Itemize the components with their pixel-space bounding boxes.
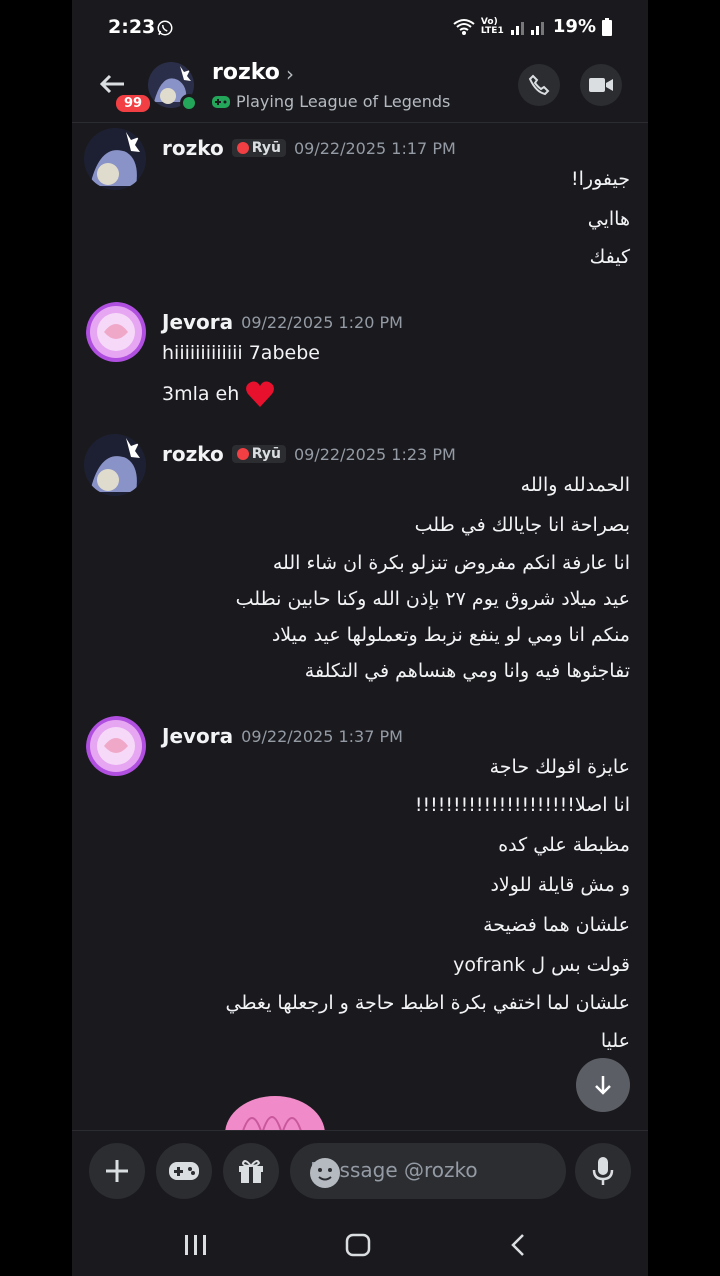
signal-icon (510, 21, 544, 35)
phone-screen: 2:23 Vo) LTE1 19% 99 rozko › Playing Lea… (72, 0, 648, 1276)
video-camera-icon (589, 78, 613, 92)
wifi-icon (453, 18, 475, 35)
message-text: الحمدلله والله (520, 474, 630, 496)
status-time: 2:23 (108, 16, 156, 38)
message-text: هاايي (587, 208, 630, 230)
whatsapp-icon (157, 20, 173, 36)
message-text: علشان لما اختفي بكرة اظبط حاجة و ارجعلها… (225, 992, 630, 1014)
heart-emoji-icon (246, 381, 275, 407)
battery-percent: 19% (552, 16, 596, 37)
gift-icon (239, 1160, 263, 1183)
battery-icon (602, 17, 612, 36)
video-call-button[interactable] (580, 64, 622, 106)
jump-to-bottom-button[interactable] (576, 1058, 630, 1112)
message-author[interactable]: Jevora (162, 724, 233, 748)
message-text: جيفورا! (571, 168, 630, 190)
message-input[interactable]: Message @rozko (290, 1143, 566, 1199)
message-text: منكم انا ومي لو ينفع نزبط وتعملولها عيد … (271, 624, 630, 646)
arrow-down-icon (595, 1076, 611, 1095)
dm-header: 99 rozko › Playing League of Legends (72, 58, 648, 123)
tag-icon (236, 142, 249, 154)
activity-status: Playing League of Legends (212, 92, 450, 111)
message-text: كيفك (589, 246, 630, 268)
message-timestamp: 09/22/2025 1:37 PM (241, 726, 403, 746)
message-text: عيد ميلاد شروق يوم ٢٧ بإذن الله وكنا حاب… (235, 588, 630, 610)
plus-icon (106, 1160, 128, 1182)
message-header: rozko Ryū 09/22/2025 1:17 PM (162, 136, 456, 160)
network-label: Vo) LTE1 (480, 16, 504, 36)
avatar-jevora[interactable] (86, 716, 148, 778)
attach-button[interactable] (89, 1143, 145, 1199)
avatar-jevora[interactable] (86, 302, 148, 364)
server-tag: Ryū (231, 139, 286, 157)
message-header: Jevora 09/22/2025 1:37 PM (162, 724, 403, 748)
message-text: عليا (600, 1030, 630, 1052)
message-author[interactable]: rozko (162, 136, 224, 160)
gamepad-icon (212, 95, 230, 108)
message-text: تفاجئوها فيه وانا ومي هنساهم في التكلفة (304, 660, 630, 682)
header-username[interactable]: rozko (212, 60, 280, 85)
message-header: rozko Ryū 09/22/2025 1:23 PM (162, 442, 456, 466)
avatar-rozko[interactable] (84, 128, 146, 190)
nav-back-icon[interactable] (510, 1233, 526, 1257)
activity-text: Playing League of Legends (236, 92, 451, 111)
message-text: علشان هما فضيحة (483, 914, 630, 936)
recent-apps-icon[interactable] (184, 1234, 208, 1256)
tag-icon (236, 448, 249, 460)
gamepad-icon (169, 1162, 199, 1180)
message-text: و مش قايلة للولاد (490, 874, 630, 896)
message-text: hiiiiiiiiiiiii 7abebe (162, 342, 320, 364)
message-text: انا اصلا!!!!!!!!!!!!!!!!!!!!! (414, 794, 630, 816)
server-tag: Ryū (231, 445, 286, 463)
status-bar: 2:23 Vo) LTE1 19% (72, 0, 648, 58)
message-header: Jevora 09/22/2025 1:20 PM (162, 310, 403, 334)
microphone-icon (592, 1157, 614, 1185)
emoji-icon[interactable] (310, 1158, 340, 1188)
message-text: عايزة اقولك حاجة (489, 756, 630, 778)
sticker-image (222, 1094, 328, 1134)
chevron-right-icon[interactable]: › (286, 62, 294, 86)
online-status-dot (180, 94, 198, 112)
message-text: قولت بس ل yofrank (453, 954, 630, 976)
message-text: بصراحة انا جايالك في طلب (414, 514, 630, 536)
voice-call-button[interactable] (518, 64, 560, 106)
message-timestamp: 09/22/2025 1:20 PM (241, 312, 403, 332)
activities-button[interactable] (156, 1143, 212, 1199)
phone-icon (528, 74, 550, 96)
message-timestamp: 09/22/2025 1:17 PM (294, 138, 456, 158)
voice-message-button[interactable] (575, 1143, 631, 1199)
message-author[interactable]: rozko (162, 442, 224, 466)
message-line: 3mla eh (162, 380, 275, 408)
android-nav-bar (72, 1214, 648, 1276)
avatar-rozko[interactable] (84, 434, 146, 496)
message-text: انا عارفة انكم مفروض تنزلو بكرة ان شاء ا… (272, 552, 630, 574)
system-status: Vo) LTE1 19% (453, 16, 612, 37)
message-composer: Message @rozko (72, 1130, 648, 1215)
message-text: 3mla eh (162, 383, 240, 405)
message-timestamp: 09/22/2025 1:23 PM (294, 444, 456, 464)
unread-badge: 99 (114, 93, 153, 114)
gift-button[interactable] (223, 1143, 279, 1199)
message-author[interactable]: Jevora (162, 310, 233, 334)
home-icon[interactable] (345, 1233, 371, 1257)
message-text: مظبطة علي كده (498, 834, 630, 856)
